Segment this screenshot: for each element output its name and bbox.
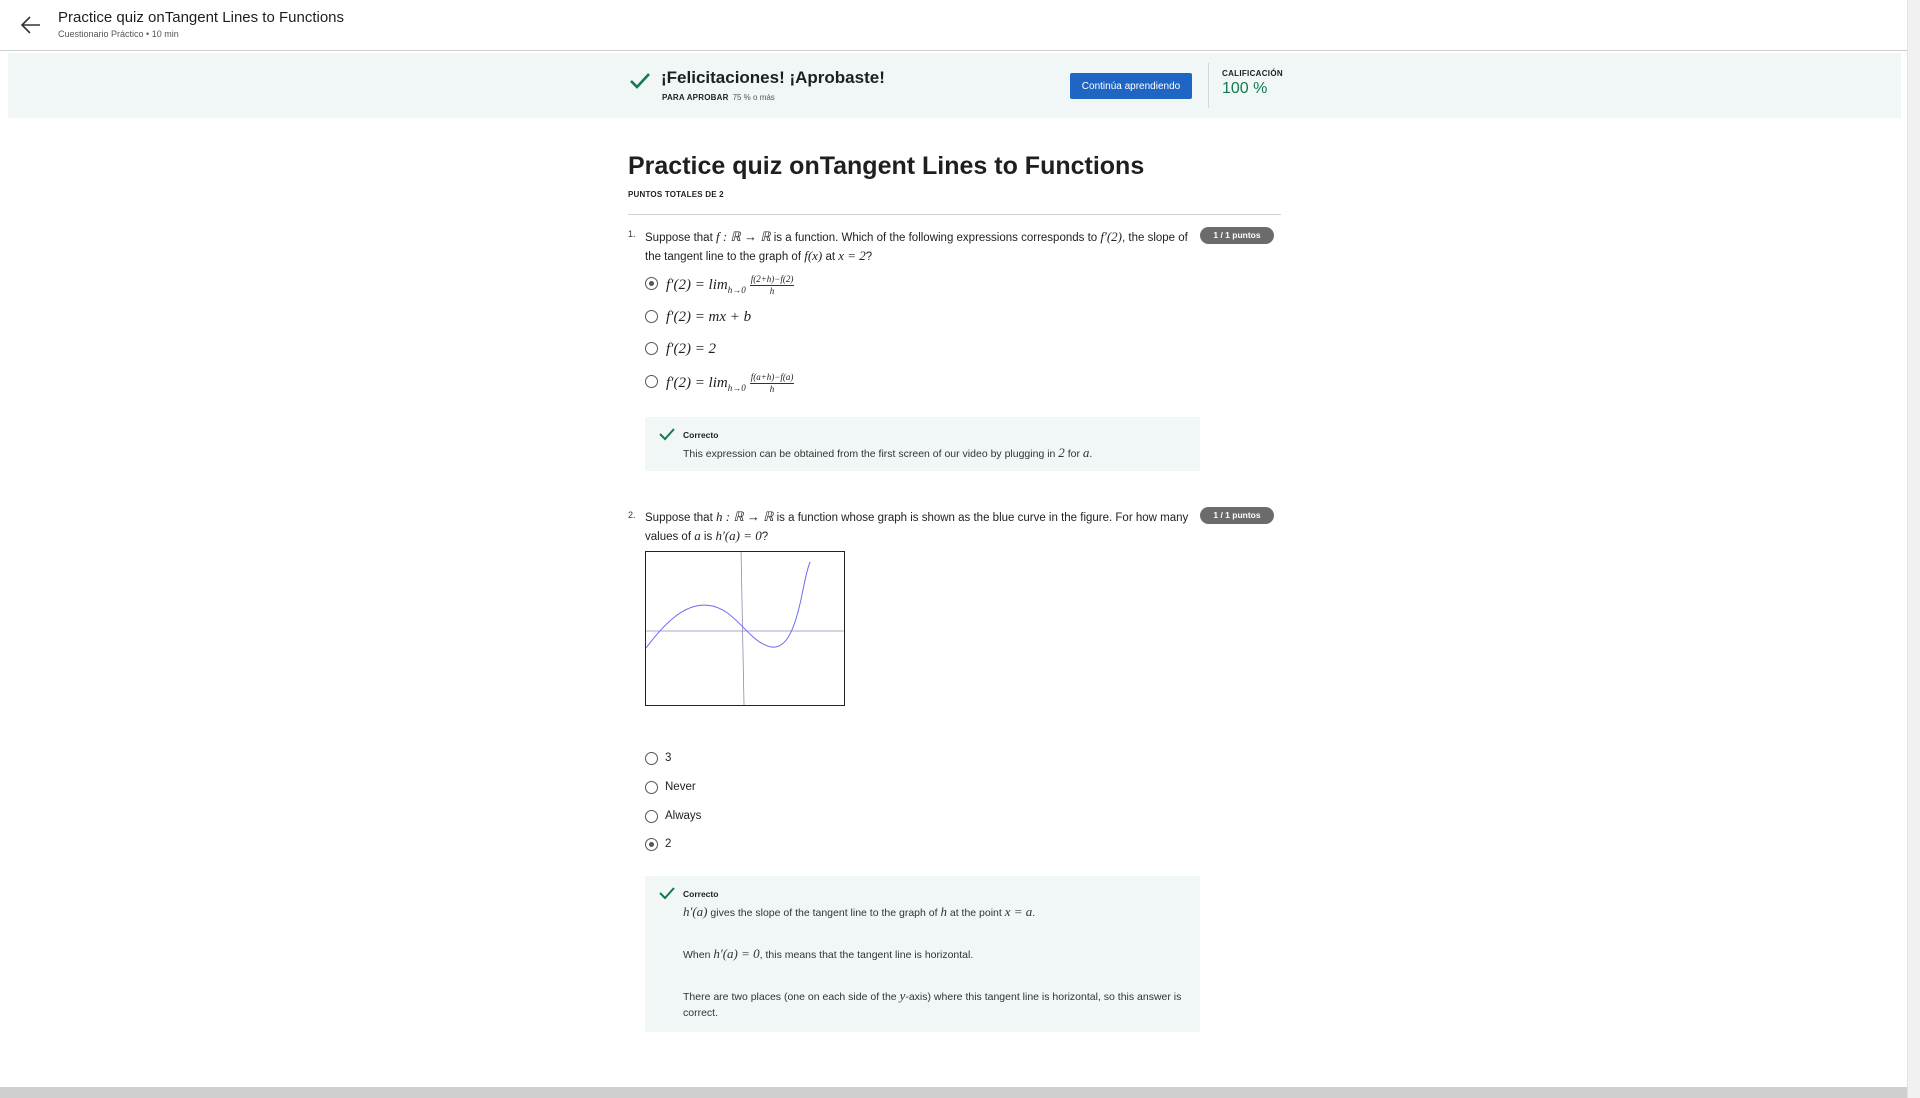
points-badge: 1 / 1 puntos	[1200, 507, 1274, 524]
points-total: PUNTOS TOTALES DE 2	[628, 190, 724, 199]
check-icon	[659, 428, 675, 441]
pass-requirement: PARA APROBAR 75 % o más	[662, 93, 775, 102]
option-radio[interactable]	[645, 752, 658, 765]
check-icon	[630, 73, 650, 89]
feedback-label: Correcto	[683, 430, 719, 440]
feedback-panel: Correcto This expression can be obtained…	[645, 417, 1200, 471]
question-number: 2.	[628, 510, 636, 520]
points-badge: 1 / 1 puntos	[1200, 227, 1274, 244]
pass-label: PARA APROBAR	[662, 93, 729, 102]
option-label[interactable]: f′(2) = mx + b	[666, 309, 751, 326]
feedback-text: This expression can be obtained from the…	[683, 445, 1093, 460]
option-label[interactable]: Never	[665, 781, 696, 793]
y-axis	[740, 552, 745, 705]
divider	[628, 214, 1281, 215]
page-subtitle: Cuestionario Práctico • 10 min	[58, 29, 179, 39]
quiz-title: Practice quiz onTangent Lines to Functio…	[628, 152, 1145, 180]
result-banner	[8, 53, 1901, 118]
question-text: Suppose that h : ℝ → ℝ is a function who…	[645, 509, 1189, 543]
horizontal-scrollbar[interactable]	[0, 1087, 1920, 1098]
feedback-paragraph: There are two places (one on each side o…	[683, 988, 1182, 1019]
blue-curve	[646, 561, 811, 649]
option-label[interactable]: Always	[665, 810, 701, 822]
divider	[1208, 63, 1209, 108]
continue-learning-button[interactable]: Continúa aprendiendo	[1070, 73, 1192, 99]
top-bar: Practice quiz onTangent Lines to Functio…	[0, 0, 1920, 51]
option-label[interactable]: 3	[665, 752, 671, 764]
page-title: Practice quiz onTangent Lines to Functio…	[58, 9, 345, 26]
pass-value: 75 % o más	[732, 93, 775, 102]
question-number: 1.	[628, 229, 636, 239]
option-radio[interactable]	[645, 375, 658, 388]
feedback-panel: Correcto h′(a) gives the slope of the ta…	[645, 876, 1200, 1032]
pass-message: ¡Felicitaciones! ¡Aprobaste!	[661, 68, 885, 87]
check-icon	[659, 887, 675, 900]
option-radio[interactable]	[645, 342, 658, 355]
option-radio[interactable]	[645, 810, 658, 823]
grade-value: 100 %	[1222, 80, 1268, 97]
option-radio[interactable]	[645, 310, 658, 323]
option-label[interactable]: f′(2) = limh→0 f(a+h)−f(a) h	[666, 372, 795, 395]
arrow-left-icon[interactable]	[18, 12, 44, 38]
option-radio[interactable]	[645, 838, 658, 851]
feedback-paragraph: When h′(a) = 0, this means that the tang…	[683, 946, 974, 961]
function-graph	[645, 551, 845, 706]
option-radio[interactable]	[645, 277, 658, 290]
option-label[interactable]: f′(2) = limh→0 f(2+h)−f(2) h	[666, 274, 795, 297]
vertical-scrollbar[interactable]	[1907, 0, 1920, 1098]
question-text: Suppose that f : ℝ → ℝ is a function. Wh…	[645, 229, 1188, 263]
option-label[interactable]: 2	[665, 838, 671, 850]
feedback-paragraph: h′(a) gives the slope of the tangent lin…	[683, 904, 1036, 919]
grade-label: CALIFICACIÓN	[1222, 69, 1283, 78]
option-radio[interactable]	[645, 781, 658, 794]
option-label[interactable]: f′(2) = 2	[666, 341, 716, 358]
feedback-label: Correcto	[683, 889, 719, 899]
